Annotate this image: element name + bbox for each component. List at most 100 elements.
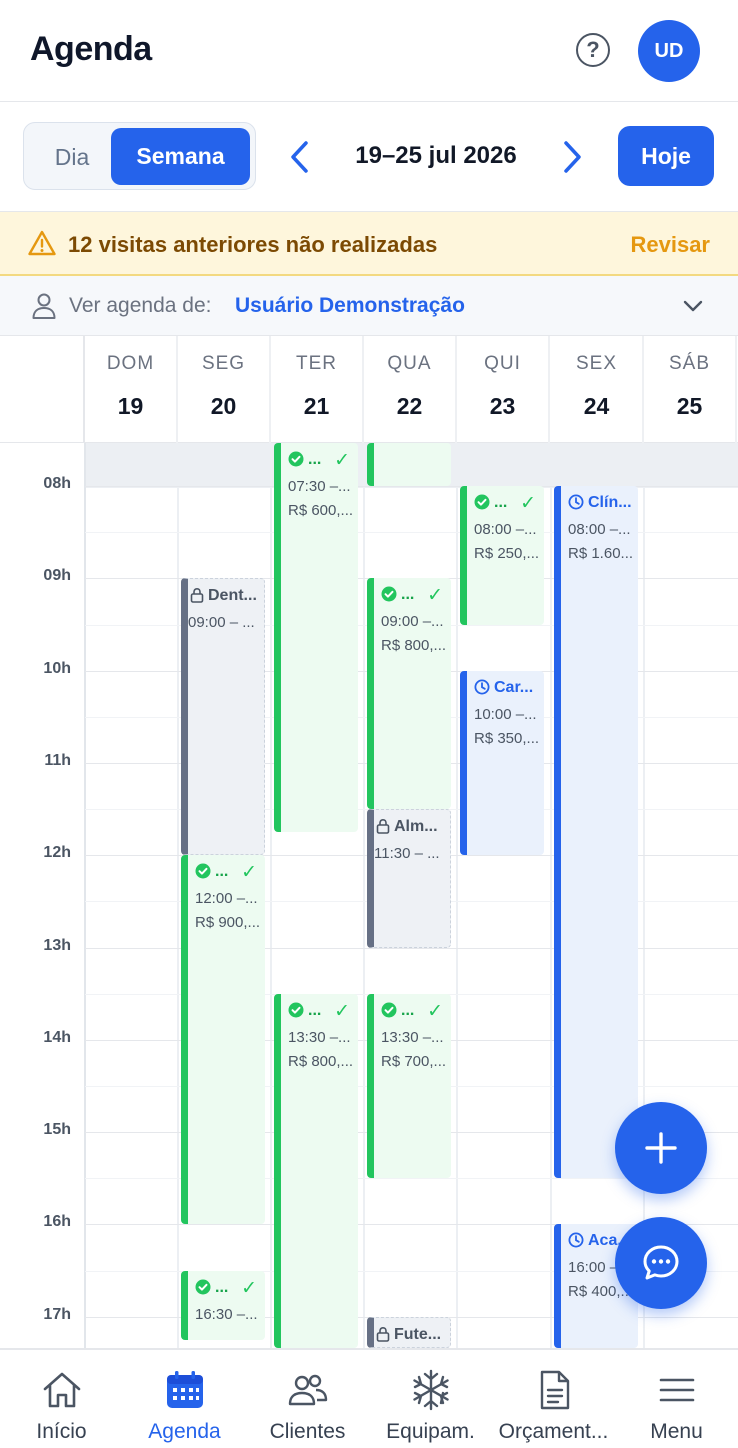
view-toggle: Dia Semana [23,122,256,190]
nav-label: Equipam. [386,1420,475,1443]
blocked-time-block[interactable]: Fute... [367,1316,451,1348]
document-icon [540,1370,570,1410]
visit-event[interactable]: ... ✓ 12:00 –... R$ 900,... [181,855,265,1225]
visit-event[interactable]: Clín... 08:00 –... R$ 1.60... [554,486,638,1179]
completed-check-icon: ✓ [334,1000,350,1022]
week-day-header: DOM 19 SEG 20 TER 21 QUA 22 QUI 23 SEX 24 SÁB 25 [0,336,738,443]
day-number: 23 [489,393,516,419]
check-circle-icon [288,1002,304,1023]
menu-icon [659,1378,695,1402]
day-column-header[interactable]: TER 21 [271,336,364,443]
visit-event[interactable]: ... ✓ 13:30 –... R$ 800,... [274,993,358,1348]
top-app-bar: Agenda ? UD [0,0,738,102]
blocked-time-block[interactable]: Dent... 09:00 – ... [181,578,265,856]
calendar-icon [167,1371,203,1408]
chevron-down-icon[interactable] [680,293,706,319]
hour-label: 17h [43,1305,71,1323]
event-title: Fute... [376,1325,444,1347]
chevron-left-icon [291,141,308,173]
completed-check-icon: ✓ [520,493,536,515]
completed-check-icon: ✓ [241,1277,257,1299]
event-price: R$ 800,... [381,637,447,655]
day-number: 22 [396,393,423,419]
today-button[interactable]: Hoje [618,126,714,186]
chat-button[interactable] [615,1217,707,1309]
week-time-grid[interactable]: 08h 09h 10h 11h 12h 13h 14h 15h 16h 17h... ✓ 07:30 … [0,443,738,1348]
overdue-visits-message: 12 visitas anteriores não realizadas [68,232,438,257]
nav-item-agenda[interactable]: Agenda [123,1350,246,1448]
day-column-header[interactable]: SEG 20 [178,336,271,443]
nav-label: Orçament... [498,1420,609,1443]
event-title-text: ... [401,586,415,604]
previous-week-button[interactable] [280,135,320,179]
event-title: Dent... [190,587,258,609]
event-time: 10:00 –... [474,705,537,723]
user-selector-label: Ver agenda de: [69,294,212,317]
visit-event[interactable]: ... ✓ 16:30 –... [181,1270,265,1340]
hour-label: 11h [44,751,71,769]
chevron-right-icon [564,141,581,173]
agenda-user-selector[interactable]: Ver agenda de: Usuário Demonstração [0,276,738,336]
nav-item-equipamentos[interactable]: Equipam. [369,1350,492,1448]
day-column-header[interactable]: QUA 22 [364,336,457,443]
hour-label: 14h [43,1028,71,1046]
event-time: 11:30 – ... [374,845,440,863]
next-week-button[interactable] [552,135,592,179]
hour-label: 12h [43,844,71,862]
user-selector-value[interactable]: Usuário Demonstração [235,294,465,318]
day-column-header[interactable]: DOM 19 [85,336,178,443]
home-icon [43,1372,81,1408]
event-time: 08:00 –... [568,521,631,539]
event-title-text: Fute... [394,1325,442,1343]
visit-event[interactable]: ... ✓ 13:30 –... R$ 700,... [367,993,451,1179]
visit-event[interactable]: ... ✓ 07:30 –... R$ 600,... [274,443,358,833]
event-title-text: ... [308,451,322,468]
completed-check-icon: ✓ [334,450,350,471]
event-price: R$ 700,... [381,1052,447,1070]
plus-icon [645,1132,677,1164]
page-title: Agenda [30,30,152,68]
lock-icon [376,1326,390,1347]
event-time: 08:00 –... [474,521,537,539]
day-column-header[interactable]: QUI 23 [457,336,550,443]
view-week-button[interactable]: Semana [111,128,250,185]
visit-event[interactable]: Car... 10:00 –... R$ 350,... [460,670,544,856]
time-gutter-header [0,336,85,443]
hour-label: 16h [43,1213,71,1231]
completed-check-icon: ✓ [427,585,443,607]
check-circle-icon [195,863,211,884]
event-price: R$ 350,... [474,729,540,747]
nav-item-inicio[interactable]: Início [0,1350,123,1448]
help-icon[interactable]: ? [576,33,610,67]
event-title: Alm... [376,818,444,840]
event-title-text: ... [494,494,508,512]
nav-label: Clientes [269,1420,346,1443]
visit-event[interactable] [367,443,451,487]
day-number: 20 [210,393,237,419]
event-title-text: ... [215,863,229,881]
event-time: 12:00 –... [195,890,258,908]
hour-label: 15h [43,1121,71,1139]
view-day-button[interactable]: Dia [32,129,112,185]
users-icon [288,1374,328,1406]
visit-event[interactable]: ... ✓ 09:00 –... R$ 800,... [367,578,451,810]
nav-item-orcamentos[interactable]: Orçament... [492,1350,615,1448]
review-button[interactable]: Revisar [630,232,710,258]
day-column-header[interactable]: SÁB 25 [644,336,737,443]
day-name: DOM [106,353,155,374]
warning-icon [28,230,56,256]
nav-item-clientes[interactable]: Clientes [246,1350,369,1448]
bottom-navigation: Início Agenda Clientes Equipam. Orçament… [0,1348,738,1448]
day-name: SEX [575,353,618,374]
clock-icon [474,679,490,700]
blocked-time-block[interactable]: Alm... 11:30 – ... [367,809,451,948]
visit-event[interactable]: ... ✓ 08:00 –... R$ 250,... [460,486,544,625]
check-circle-icon [381,586,397,607]
nav-item-menu[interactable]: Menu [615,1350,738,1448]
user-avatar[interactable]: UD [638,20,700,82]
hour-label: 13h [43,936,71,954]
event-time: 16:30 –... [195,1305,258,1323]
event-price: R$ 600,... [288,502,354,519]
add-event-button[interactable] [615,1102,707,1194]
day-column-header[interactable]: SEX 24 [551,336,644,443]
